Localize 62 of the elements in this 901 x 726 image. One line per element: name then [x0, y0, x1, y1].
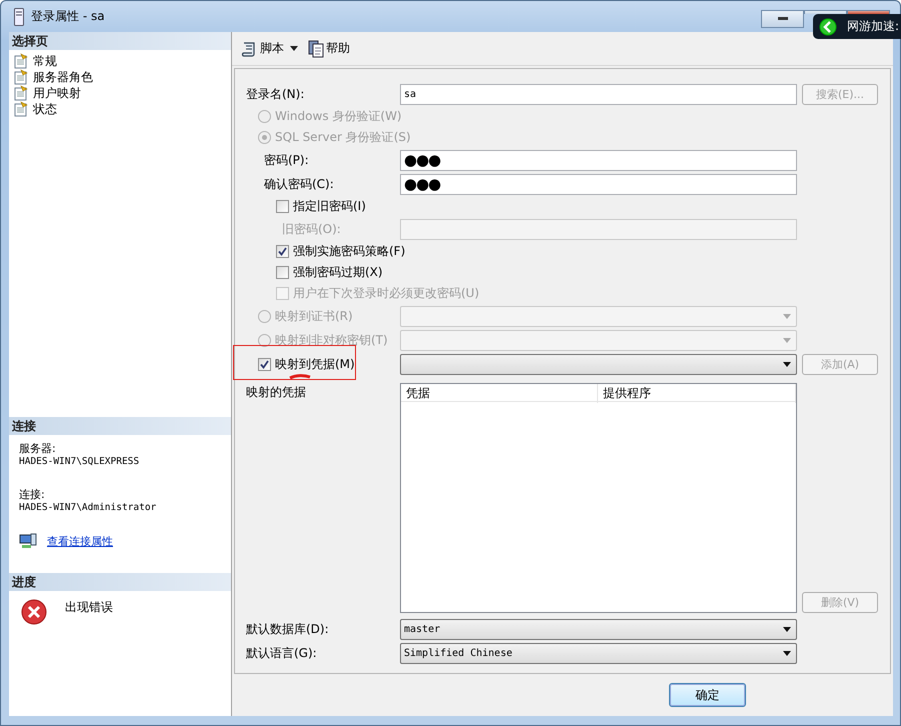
- globe-icon: [819, 18, 837, 36]
- column-header: 凭据: [401, 384, 598, 403]
- window-title: 登录属性 - sa: [31, 8, 105, 25]
- radio-label: 映射到证书(R): [275, 308, 353, 324]
- scribble-mark: [288, 374, 312, 380]
- field-label: 登录名(N):: [246, 86, 304, 102]
- field-label: 默认数据库(D):: [246, 620, 329, 638]
- caret-icon: [783, 314, 791, 318]
- sidebar-item[interactable]: 状态: [13, 101, 227, 117]
- column-header: 提供程序: [598, 384, 796, 403]
- connection-properties-link[interactable]: 查看连接属性: [47, 534, 113, 548]
- ok-button[interactable]: 确定: [669, 683, 746, 707]
- page-icon: [13, 69, 29, 85]
- error-icon: [21, 599, 47, 625]
- check-icon: [278, 247, 287, 256]
- field-label: 默认语言(G):: [246, 644, 317, 662]
- sidebar-item[interactable]: 常规: [13, 53, 227, 69]
- close-button[interactable]: [847, 10, 890, 14]
- minimize-button[interactable]: [761, 10, 804, 28]
- radio-label: 映射到非对称密钥(T): [275, 332, 388, 348]
- field-label: 确认密码(C):: [264, 176, 334, 192]
- status-text: 出现错误: [65, 599, 113, 616]
- checkbox-label: 用户在下次登录时必须更改密码(U): [293, 285, 480, 302]
- popup-label: 网游加速:: [847, 18, 900, 35]
- field-label: 旧密码(O):: [282, 220, 341, 238]
- server-label: 服务器:: [19, 441, 57, 456]
- checkbox-label: 强制密码过期(X): [293, 264, 383, 281]
- connection-user: HADES-WIN7\Administrator: [19, 502, 158, 513]
- section-header: 选择页: [9, 32, 231, 50]
- computer-icon: [19, 533, 37, 549]
- server-name: HADES-WIN7\SQLEXPRESS: [19, 456, 140, 467]
- text-field[interactable]: sa: [400, 84, 797, 104]
- dropdown[interactable]: [400, 354, 797, 374]
- field-label: 映射的凭据: [246, 384, 306, 401]
- caret-icon: [290, 46, 298, 51]
- page-icon: [13, 101, 29, 117]
- checkbox[interactable]: [258, 358, 271, 370]
- page-icon: [13, 85, 29, 101]
- sidebar-item[interactable]: 用户映射: [13, 85, 227, 101]
- radio-label: Windows 身份验证(W): [275, 108, 402, 125]
- page-icon: [13, 53, 29, 69]
- sidebar-item[interactable]: 服务器角色: [13, 69, 227, 85]
- checkbox-label: 映射到凭据(M): [275, 356, 355, 372]
- checkbox-label: 强制实施密码策略(F): [293, 243, 406, 260]
- radio-label: SQL Server 身份验证(S): [275, 129, 411, 146]
- checkbox-label: 指定旧密码(I): [293, 198, 366, 215]
- server-icon: [13, 6, 25, 26]
- dropdown[interactable]: master: [400, 618, 797, 640]
- help-icon: [308, 40, 324, 58]
- caret-icon: [783, 338, 791, 342]
- caret-icon: [783, 650, 791, 656]
- section-header: 进度: [9, 573, 231, 591]
- check-icon: [260, 360, 269, 368]
- field-label: 密码(P):: [264, 152, 309, 168]
- dropdown[interactable]: Simplified Chinese: [400, 642, 797, 664]
- caret-icon: [783, 362, 791, 366]
- caret-icon: [783, 626, 791, 632]
- section-header: 连接: [9, 417, 231, 435]
- connection-label: 连接:: [19, 487, 46, 502]
- script-button[interactable]: 脚本: [238, 38, 286, 60]
- help-button[interactable]: 帮助: [306, 38, 352, 60]
- minimize-icon: [778, 17, 788, 21]
